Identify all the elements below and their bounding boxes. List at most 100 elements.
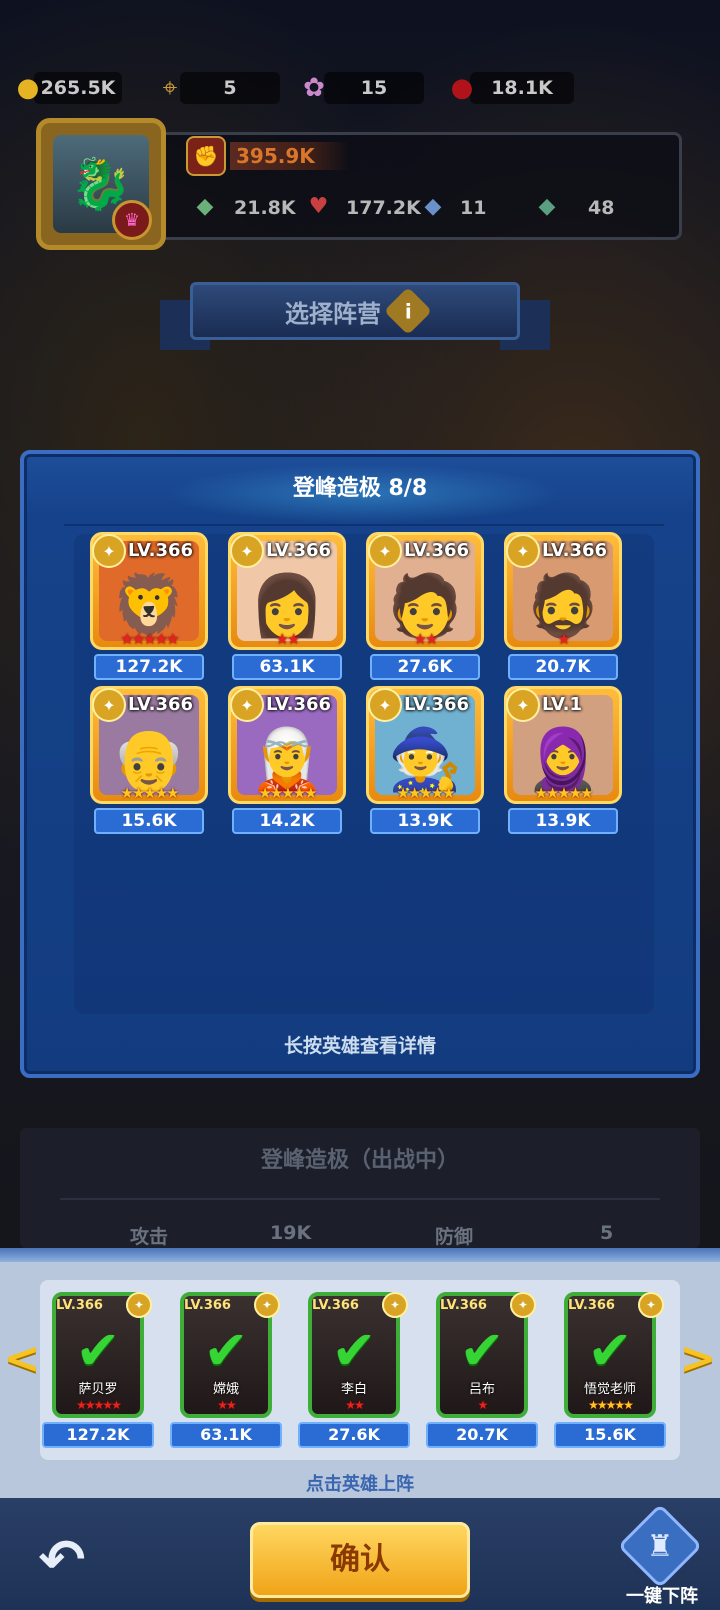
slot-level: LV.366 <box>312 1298 359 1313</box>
slot-class-icon: ✦ <box>638 1292 664 1318</box>
hero-class-icon: ✦ <box>230 688 264 722</box>
team-attack-value: 19K <box>270 1222 312 1244</box>
long-press-hint: 长按英雄查看详情 <box>283 1035 436 1057</box>
undeploy-all-button[interactable]: ♜ 一键下阵 <box>612 1503 712 1607</box>
hero-level: LV.366 <box>266 694 332 715</box>
deploy-panel: < > LV.366 ✦ ✔ 萨贝罗 ★★★★★ 127.2K LV.366 ✦ ✔ 嫦娥 ★★ 63… <box>0 1248 720 1610</box>
hero-card[interactable]: 🧑 ✦ LV.366 ★★ 27.6K <box>366 532 484 682</box>
slot-hero-name: 悟觉老师 <box>583 1382 636 1397</box>
scroll-counter: 5 <box>180 72 280 104</box>
hero-card[interactable]: 🧔 ✦ LV.366 ★ 20.7K <box>504 532 622 682</box>
resource-bar: 265.5K ● 5 ⌖ 15 ✿ 18.1K ● <box>0 66 720 110</box>
hero-card[interactable]: 🧕 ✦ LV.1 ★★★★★ 13.9K <box>504 686 622 836</box>
deployed-hero-slot[interactable]: LV.366 ✦ ✔ 李白 ★★ 27.6K <box>298 1292 410 1462</box>
hero-class-icon: ✦ <box>92 688 126 722</box>
active-team-section: 登峰造极（出战中） 攻击 19K 防御 5 <box>20 1128 700 1248</box>
hero-level: LV.366 <box>404 540 470 561</box>
slot-hero-name: 嫦娥 <box>212 1382 239 1397</box>
hero-level: LV.366 <box>404 694 470 715</box>
gold-coin-icon: ● <box>16 73 40 103</box>
checkmark-icon: ✔ <box>459 1319 505 1382</box>
team-defense-label: 防御 <box>435 1226 474 1248</box>
hero-select-panel: 登峰造极 8/8 🦁 ✦ LV.366 ★★★★★ 127.2K 👩 ✦ LV.366 ★★ 63… <box>20 450 700 1078</box>
slot-power: 15.6K <box>554 1422 666 1448</box>
hero-power: 127.2K <box>94 654 204 680</box>
hero-stars: ★★ <box>275 630 301 648</box>
team-attack-label: 攻击 <box>130 1226 169 1248</box>
hero-power: 27.6K <box>370 654 480 680</box>
hero-stars: ★★★★★ <box>258 784 317 802</box>
hero-stars: ★★★★★ <box>120 630 179 648</box>
faction-badge-icon: ♛ <box>112 200 152 240</box>
banner-main: 选择阵营 i <box>190 282 520 340</box>
speed-value: 48 <box>588 197 615 219</box>
hero-card[interactable]: 🧙 ✦ LV.366 ★★★★★ 13.9K <box>366 686 484 836</box>
crystal-counter: 15 <box>324 72 424 104</box>
slot-stars: ★ <box>477 1398 489 1412</box>
hero-power: 14.2K <box>232 808 342 834</box>
slot-level: LV.366 <box>184 1298 231 1313</box>
hero-level: LV.366 <box>542 540 608 561</box>
hero-class-icon: ✦ <box>506 534 540 568</box>
hero-level: LV.1 <box>542 694 582 715</box>
hero-power: 13.9K <box>370 808 480 834</box>
hero-stars: ★★★★★ <box>396 784 455 802</box>
hero-level: LV.366 <box>266 540 332 561</box>
checkmark-icon: ✔ <box>587 1319 633 1382</box>
defense-value: 11 <box>460 197 487 219</box>
slot-class-icon: ✦ <box>126 1292 152 1318</box>
confirm-button[interactable]: 确认 <box>250 1522 470 1598</box>
checkmark-icon: ✔ <box>75 1319 121 1382</box>
team-defense-value: 5 <box>600 1222 614 1244</box>
total-power: 395.9K <box>230 142 350 170</box>
deployed-hero-slot[interactable]: LV.366 ✦ ✔ 悟觉老师 ★★★★★ 15.6K <box>554 1292 666 1462</box>
hero-power: 15.6K <box>94 808 204 834</box>
hero-card[interactable]: 👩 ✦ LV.366 ★★ 63.1K <box>228 532 346 682</box>
hero-card[interactable]: 🧝 ✦ LV.366 ★★★★★ 14.2K <box>228 686 346 836</box>
slot-level: LV.366 <box>440 1298 487 1313</box>
slot-stars: ★★★★★ <box>588 1398 634 1412</box>
slot-stars: ★★ <box>345 1398 364 1412</box>
hero-power: 20.7K <box>508 654 618 680</box>
info-icon[interactable]: i <box>383 286 433 336</box>
hero-card[interactable]: 🦁 ✦ LV.366 ★★★★★ 127.2K <box>90 532 208 682</box>
slot-level: LV.366 <box>56 1298 103 1313</box>
slot-stars: ★★★★★ <box>76 1398 122 1412</box>
blood-drop-icon: ● <box>450 73 474 103</box>
slot-power: 63.1K <box>170 1422 282 1448</box>
slot-hero-name: 李白 <box>340 1382 367 1397</box>
select-faction-banner[interactable]: 选择阵营 i <box>150 282 560 352</box>
attack-value: 21.8K <box>234 197 296 219</box>
hero-level: LV.366 <box>128 540 194 561</box>
deployed-hero-slot[interactable]: LV.366 ✦ ✔ 嫦娥 ★★ 63.1K <box>170 1292 282 1462</box>
hero-stars: ★ <box>557 630 571 648</box>
hero-class-icon: ✦ <box>368 534 402 568</box>
hero-class-icon: ✦ <box>368 688 402 722</box>
checkmark-icon: ✔ <box>331 1319 377 1382</box>
checkmark-icon: ✔ <box>203 1319 249 1382</box>
slot-class-icon: ✦ <box>510 1292 536 1318</box>
slot-hero-name: 吕布 <box>468 1382 495 1397</box>
arrow-left-icon[interactable]: < <box>2 1328 42 1388</box>
hero-card[interactable]: 👴 ✦ LV.366 ★★★★★ 15.6K <box>90 686 208 836</box>
hero-power: 13.9K <box>508 808 618 834</box>
slot-hero-name: 萨贝罗 <box>78 1382 118 1397</box>
arrow-right-icon[interactable]: > <box>678 1328 718 1388</box>
hero-stars: ★★ <box>413 630 439 648</box>
bottom-bar: ↶ 确认 ♜ 一键下阵 <box>0 1498 720 1610</box>
back-arrow-icon[interactable]: ↶ <box>26 1528 98 1593</box>
hero-class-icon: ✦ <box>506 688 540 722</box>
deployed-hero-slot[interactable]: LV.366 ✦ ✔ 萨贝罗 ★★★★★ 127.2K <box>42 1292 154 1462</box>
slot-class-icon: ✦ <box>254 1292 280 1318</box>
deployed-hero-slot[interactable]: LV.366 ✦ ✔ 吕布 ★ 20.7K <box>426 1292 538 1462</box>
undeploy-all-label: 一键下阵 <box>626 1586 698 1607</box>
slot-power: 20.7K <box>426 1422 538 1448</box>
power-fist-icon: ✊ <box>186 136 226 176</box>
slot-level: LV.366 <box>568 1298 615 1313</box>
hero-power: 63.1K <box>232 654 342 680</box>
hero-level: LV.366 <box>128 694 194 715</box>
active-team-title: 登峰造极（出战中） <box>260 1148 459 1173</box>
tower-icon: ♜ <box>617 1503 703 1589</box>
faction-label: 选择阵营 <box>285 299 381 328</box>
blood-counter: 18.1K <box>470 72 574 104</box>
